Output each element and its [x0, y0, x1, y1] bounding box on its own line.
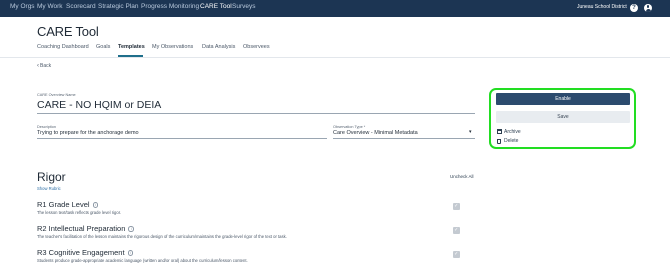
- name-field[interactable]: CARE - NO HQIM or DEIA: [37, 99, 161, 111]
- back-label: Back: [40, 63, 52, 69]
- name-field-label: CARE Overview Name: [37, 93, 76, 97]
- dropdown-caret-icon[interactable]: ▾: [469, 129, 472, 135]
- criterion-title: R2 Intellectual Preparation i: [37, 224, 134, 233]
- nav-my-orgs[interactable]: My Orgs: [10, 3, 35, 10]
- info-icon[interactable]: i: [92, 202, 99, 208]
- criterion-checkbox[interactable]: ✓: [453, 227, 460, 234]
- district-selector[interactable]: Juneau School District: [577, 4, 627, 10]
- archive-icon[interactable]: [497, 129, 503, 134]
- criterion-title-text: R1 Grade Level: [37, 200, 90, 209]
- description-field-label: Description: [37, 125, 56, 129]
- header-divider: [0, 57, 670, 58]
- criterion-description: Students produce grade-appropriate acade…: [37, 258, 248, 263]
- delete-link[interactable]: Delete: [504, 138, 518, 144]
- observation-type-underline: [333, 138, 475, 139]
- section-title: Rigor: [37, 170, 66, 184]
- name-field-underline: [37, 113, 475, 114]
- nav-surveys[interactable]: Surveys: [232, 3, 255, 10]
- info-icon[interactable]: i: [127, 250, 134, 256]
- observation-type-label: Observation Type *: [333, 125, 366, 129]
- nav-scorecard[interactable]: Scorecard: [66, 3, 96, 10]
- description-field[interactable]: Trying to prepare for the anchorage demo: [37, 130, 139, 136]
- back-link[interactable]: ‹Back: [37, 63, 51, 69]
- nav-my-work[interactable]: My Work: [37, 3, 63, 10]
- help-icon[interactable]: ?: [630, 4, 638, 12]
- criterion-checkbox[interactable]: ✓: [453, 203, 460, 210]
- nav-care-tool[interactable]: CARE Tool: [200, 3, 232, 10]
- tab-goals[interactable]: Goals: [96, 44, 110, 50]
- top-navigation-bar: My Orgs My Work Scorecard Strategic Plan…: [0, 0, 670, 17]
- tab-templates[interactable]: Templates: [118, 44, 145, 50]
- tab-coaching-dashboard[interactable]: Coaching Dashboard: [37, 44, 89, 50]
- criterion-title-text: R2 Intellectual Preparation: [37, 224, 126, 233]
- trash-icon[interactable]: [497, 138, 501, 144]
- nav-strategic-plan[interactable]: Strategic Plan: [98, 3, 138, 10]
- save-button[interactable]: Save: [496, 111, 630, 123]
- criterion-description: The teacher's facilitation of the lesson…: [37, 234, 287, 239]
- uncheck-all-button[interactable]: Uncheck All: [450, 174, 474, 179]
- criterion-description: The lesson text/task reflects grade leve…: [37, 210, 122, 215]
- criterion-title: R1 Grade Level i: [37, 200, 99, 209]
- criterion-checkbox[interactable]: ✓: [453, 251, 460, 258]
- tab-data-analysis[interactable]: Data Analysis: [202, 44, 235, 50]
- show-rubric-link[interactable]: Show Rubric: [37, 186, 61, 191]
- observation-type-select[interactable]: Care Overview - Minimal Metadata: [333, 130, 418, 136]
- nav-progress-monitoring[interactable]: Progress Monitoring: [141, 3, 199, 10]
- criterion-title-text: R3 Cognitive Engagement: [37, 248, 125, 257]
- info-icon[interactable]: i: [128, 226, 134, 232]
- chevron-left-icon: ‹: [37, 63, 39, 69]
- description-field-underline: [37, 138, 327, 139]
- criterion-title: R3 Cognitive Engagement i: [37, 248, 134, 257]
- user-icon[interactable]: [644, 4, 652, 12]
- page-title: CARE Tool: [37, 24, 99, 39]
- tab-my-observations[interactable]: My Observations: [152, 44, 193, 50]
- archive-link[interactable]: Archive: [504, 129, 521, 135]
- tab-observees[interactable]: Observees: [243, 44, 270, 50]
- enable-button[interactable]: Enable: [496, 93, 630, 105]
